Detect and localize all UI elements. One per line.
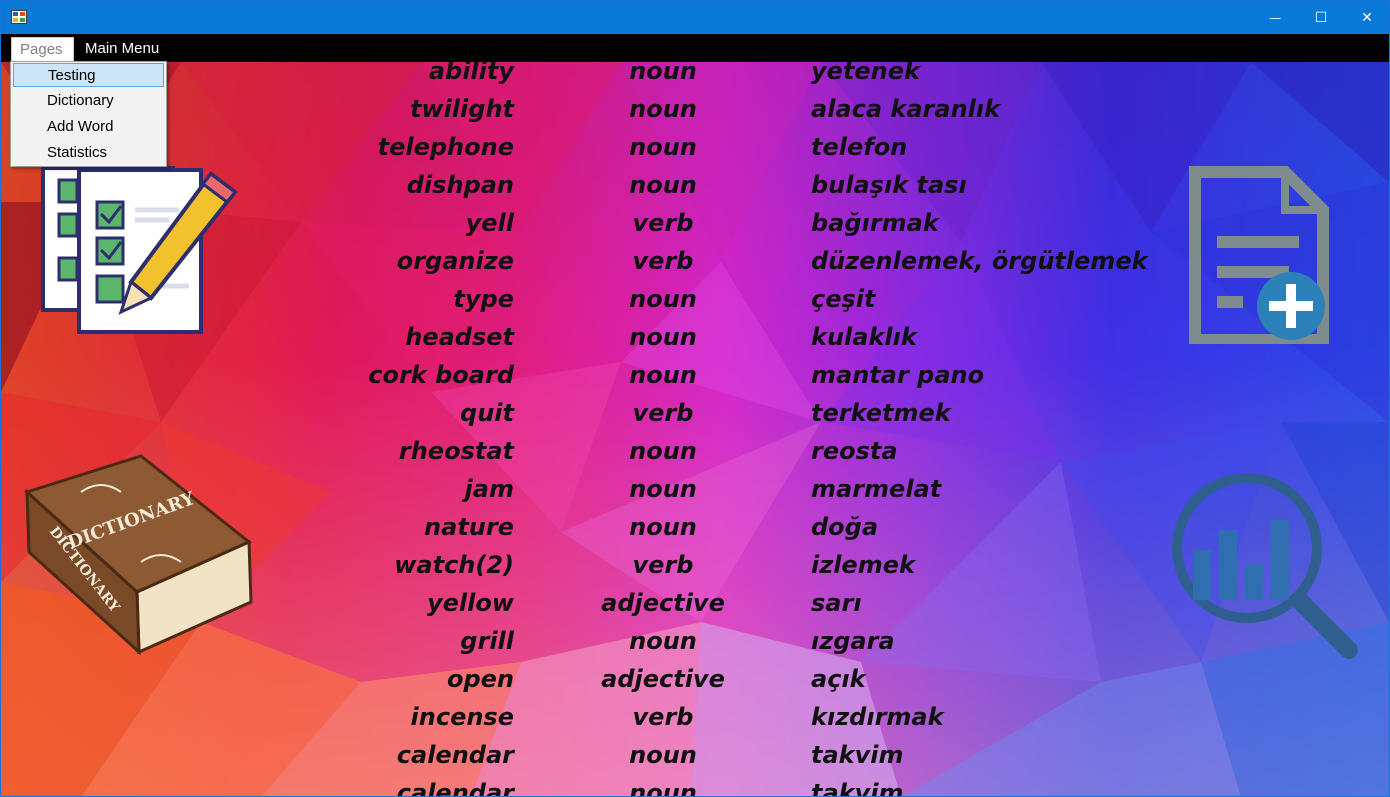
word-turkish: yetenek — [811, 62, 920, 85]
word-english: nature — [424, 513, 514, 541]
title-bar[interactable]: — ☐ ✕ — [1, 1, 1389, 34]
table-row[interactable]: quit verb terketmek — [1, 399, 1389, 437]
word-turkish: ızgara — [811, 627, 895, 655]
word-type: noun — [629, 285, 697, 313]
word-english: cork board — [368, 361, 514, 389]
word-turkish: mantar pano — [811, 361, 985, 389]
word-type: noun — [629, 513, 697, 541]
minimize-icon: — — [1269, 10, 1281, 25]
word-type: noun — [629, 361, 697, 389]
word-type: verb — [632, 551, 694, 579]
word-turkish: marmelat — [811, 475, 942, 503]
word-english: incense — [410, 703, 514, 731]
word-english: calendar — [396, 779, 514, 797]
table-row[interactable]: cork board noun mantar pano — [1, 361, 1389, 399]
document-add-icon[interactable] — [1189, 166, 1329, 346]
app-window: — ☐ ✕ Pages Main Menu ability noun yeten… — [0, 0, 1390, 797]
word-type: noun — [629, 323, 697, 351]
word-turkish: takvim — [811, 741, 904, 769]
word-type: noun — [629, 779, 697, 797]
table-row[interactable]: incense verb kızdırmak — [1, 703, 1389, 741]
word-type: noun — [629, 627, 697, 655]
table-row[interactable]: twilight noun alaca karanlık — [1, 95, 1389, 133]
word-english: grill — [460, 627, 514, 655]
magnifier-chart-icon[interactable] — [1169, 470, 1361, 662]
word-turkish: bağırmak — [811, 209, 939, 237]
word-english: calendar — [396, 741, 514, 769]
menu-item-statistics[interactable]: Statistics — [13, 141, 164, 165]
word-turkish: izlemek — [811, 551, 915, 579]
word-turkish: kızdırmak — [811, 703, 944, 731]
word-type: adjective — [601, 665, 725, 693]
word-turkish: telefon — [811, 133, 908, 161]
word-english: telephone — [377, 133, 514, 161]
word-turkish: doğa — [811, 513, 879, 541]
menu-item-testing[interactable]: Testing — [13, 63, 164, 87]
word-type: noun — [629, 95, 697, 123]
word-english: watch(2) — [394, 551, 514, 579]
word-english: quit — [460, 399, 514, 427]
word-turkish: düzenlemek, örgütlemek — [811, 247, 1148, 275]
word-type: verb — [632, 209, 694, 237]
maximize-icon: ☐ — [1314, 9, 1328, 26]
word-turkish: açık — [811, 665, 866, 693]
word-type: noun — [629, 741, 697, 769]
word-english: dishpan — [406, 171, 514, 199]
menu-pages[interactable]: Pages — [11, 37, 74, 63]
word-type: noun — [629, 62, 697, 85]
word-turkish: çeşit — [811, 285, 876, 313]
word-turkish: alaca karanlık — [811, 95, 1001, 123]
word-turkish: takvim — [811, 779, 904, 797]
word-english: headset — [405, 323, 514, 351]
word-english: yellow — [426, 589, 514, 617]
word-turkish: kulaklık — [811, 323, 917, 351]
word-english: twilight — [409, 95, 514, 123]
table-row[interactable]: open adjective açık — [1, 665, 1389, 703]
word-turkish: reosta — [811, 437, 898, 465]
close-icon: ✕ — [1361, 9, 1373, 26]
word-type: verb — [632, 247, 694, 275]
word-english: jam — [464, 475, 514, 503]
word-type: noun — [629, 171, 697, 199]
checklist-pencil-icon[interactable] — [39, 162, 244, 337]
word-type: verb — [632, 703, 694, 731]
menu-bar: Pages Main Menu — [1, 34, 1389, 63]
word-english: type — [453, 285, 514, 313]
word-type: noun — [629, 437, 697, 465]
word-english: yell — [465, 209, 514, 237]
app-icon — [11, 10, 27, 24]
table-row[interactable]: calendar noun takvim — [1, 741, 1389, 779]
menu-item-dictionary[interactable]: Dictionary — [13, 89, 164, 113]
minimize-button[interactable]: — — [1252, 1, 1298, 34]
word-type: noun — [629, 475, 697, 503]
menu-item-add-word[interactable]: Add Word — [13, 115, 164, 139]
word-type: verb — [632, 399, 694, 427]
word-english: open — [446, 665, 514, 693]
word-english: rheostat — [398, 437, 514, 465]
word-type: noun — [629, 133, 697, 161]
word-type: adjective — [601, 589, 725, 617]
word-english: ability — [428, 62, 514, 85]
word-turkish: bulaşık tası — [811, 171, 967, 199]
maximize-button[interactable]: ☐ — [1298, 1, 1344, 34]
menu-main-menu[interactable]: Main Menu — [77, 37, 167, 61]
pages-dropdown-menu: Testing Dictionary Add Word Statistics — [10, 61, 167, 167]
dictionary-book-icon[interactable]: DICTIONARY DICTIONARY — [21, 452, 256, 657]
word-list-area: ability noun yetenek twilight noun alaca kar… — [1, 62, 1389, 797]
table-row[interactable]: ability noun yetenek — [1, 62, 1389, 95]
word-english: organize — [396, 247, 514, 275]
word-turkish: sarı — [811, 589, 862, 617]
word-turkish: terketmek — [811, 399, 951, 427]
close-button[interactable]: ✕ — [1344, 1, 1389, 34]
table-row[interactable]: calendar noun takvim — [1, 779, 1389, 797]
